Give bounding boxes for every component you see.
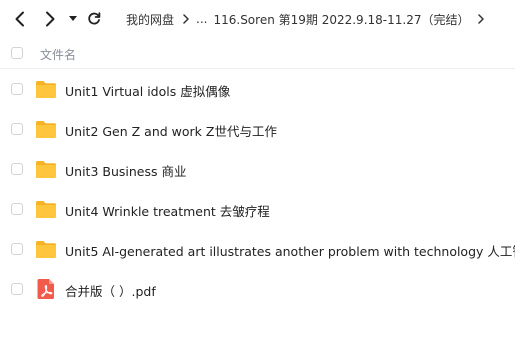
toolbar: 我的网盘 ... 116.Soren 第19期 2022.9.18-11.27（…: [0, 0, 515, 38]
folder-icon: [36, 201, 56, 218]
folder-icon: [36, 81, 56, 98]
row-checkbox[interactable]: [11, 243, 23, 255]
list-item[interactable]: Unit1 Virtual idols 虚拟偶像: [0, 69, 515, 109]
history-dropdown-button[interactable]: [67, 9, 79, 29]
row-checkbox[interactable]: [11, 203, 23, 215]
caret-down-icon: [69, 16, 77, 21]
file-name[interactable]: Unit4 Wrinkle treatment 去皱疗程: [65, 201, 270, 220]
list-item[interactable]: Unit3 Business 商业: [0, 149, 515, 189]
row-checkbox[interactable]: [11, 123, 23, 135]
folder-icon: [36, 161, 56, 178]
breadcrumb-separator-icon: [183, 14, 189, 24]
list-item[interactable]: Unit2 Gen Z and work Z世代与工作: [0, 109, 515, 149]
file-name[interactable]: Unit3 Business 商业: [65, 161, 186, 180]
chevron-left-icon: [15, 11, 24, 27]
breadcrumb-ellipsis[interactable]: ...: [196, 12, 207, 26]
chevron-right-icon: [46, 11, 55, 27]
breadcrumb-current[interactable]: 116.Soren 第19期 2022.9.18-11.27（完结）: [213, 11, 469, 28]
folder-icon: [36, 241, 56, 258]
pdf-file-icon: [37, 279, 54, 299]
forward-button[interactable]: [42, 9, 58, 29]
file-name[interactable]: Unit1 Virtual idols 虚拟偶像: [65, 81, 230, 100]
column-header-name[interactable]: 文件名: [40, 46, 76, 63]
file-name[interactable]: Unit2 Gen Z and work Z世代与工作: [65, 121, 277, 140]
refresh-icon: [88, 12, 101, 25]
breadcrumb-next-icon[interactable]: [478, 14, 485, 24]
row-checkbox[interactable]: [11, 283, 23, 295]
breadcrumb: 我的网盘 ... 116.Soren 第19期 2022.9.18-11.27（…: [126, 10, 491, 28]
refresh-button[interactable]: [86, 9, 102, 29]
list-item[interactable]: Unit4 Wrinkle treatment 去皱疗程: [0, 189, 515, 229]
folder-icon: [36, 121, 56, 138]
breadcrumb-root[interactable]: 我的网盘: [126, 11, 174, 28]
list-header: 文件名: [0, 38, 515, 69]
back-button[interactable]: [12, 9, 28, 29]
row-checkbox[interactable]: [11, 163, 23, 175]
select-all-checkbox[interactable]: [11, 47, 23, 59]
list-item[interactable]: Unit5 AI-generated art illustrates anoth…: [0, 229, 515, 269]
row-checkbox[interactable]: [11, 83, 23, 95]
file-name[interactable]: Unit5 AI-generated art illustrates anoth…: [65, 241, 515, 260]
file-name[interactable]: 合并版（ ）.pdf: [65, 281, 156, 300]
list-item[interactable]: 合并版（ ）.pdf: [0, 269, 515, 309]
